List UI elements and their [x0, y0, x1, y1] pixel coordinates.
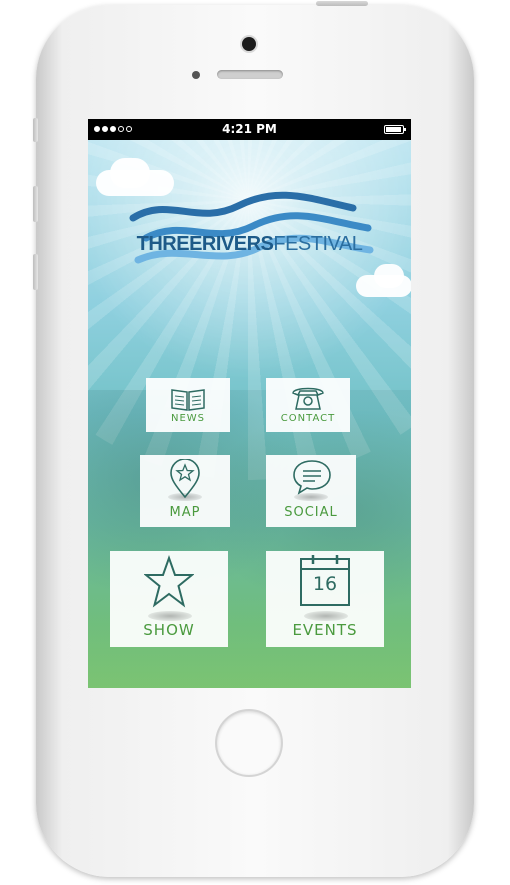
cloud: [110, 158, 150, 188]
tile-label: EVENTS: [292, 621, 358, 639]
book-icon: [171, 389, 205, 411]
wordmark-bold: THREERIVERS: [136, 233, 274, 255]
tile-label: SHOW: [143, 621, 195, 639]
show-tile[interactable]: SHOW: [110, 551, 228, 647]
power-button: [316, 1, 368, 6]
events-tile[interactable]: 16 EVENTS: [266, 551, 384, 647]
earpiece-speaker: [217, 70, 283, 79]
star-icon: [144, 555, 194, 608]
volume-up-button: [33, 186, 38, 222]
volume-down-button: [33, 254, 38, 290]
tile-label: SOCIAL: [284, 505, 338, 520]
map-tile[interactable]: MAP: [140, 455, 230, 527]
contact-tile[interactable]: CONTACT: [266, 378, 350, 432]
status-time: 4:21 PM: [222, 122, 277, 136]
battery-icon: [384, 125, 406, 134]
phone-screen: 4:21 PM THREERIVERSFESTIVAL NEWS CONTACT…: [88, 119, 411, 688]
tile-label: CONTACT: [280, 413, 336, 424]
news-tile[interactable]: NEWS: [146, 378, 230, 432]
tile-label: MAP: [169, 505, 201, 520]
tile-label: NEWS: [170, 413, 206, 424]
wordmark-light: FESTIVAL: [273, 233, 363, 255]
icon-shadow: [148, 611, 192, 621]
front-camera: [242, 37, 256, 51]
map-pin-star-icon: [170, 459, 200, 499]
home-button[interactable]: [217, 711, 281, 775]
cloud: [374, 264, 404, 288]
proximity-sensor: [192, 71, 200, 79]
telephone-icon: [292, 387, 324, 410]
icon-shadow: [304, 611, 348, 621]
festival-wordmark: THREERIVERSFESTIVAL: [88, 233, 411, 256]
calendar-day-number: 16: [312, 573, 338, 595]
social-tile[interactable]: SOCIAL: [266, 455, 356, 527]
status-bar: 4:21 PM: [88, 119, 411, 140]
speech-bubble-icon: [293, 460, 331, 495]
mute-switch: [33, 118, 38, 142]
app-home: THREERIVERSFESTIVAL NEWS CONTACT MAP SOC…: [88, 140, 411, 688]
